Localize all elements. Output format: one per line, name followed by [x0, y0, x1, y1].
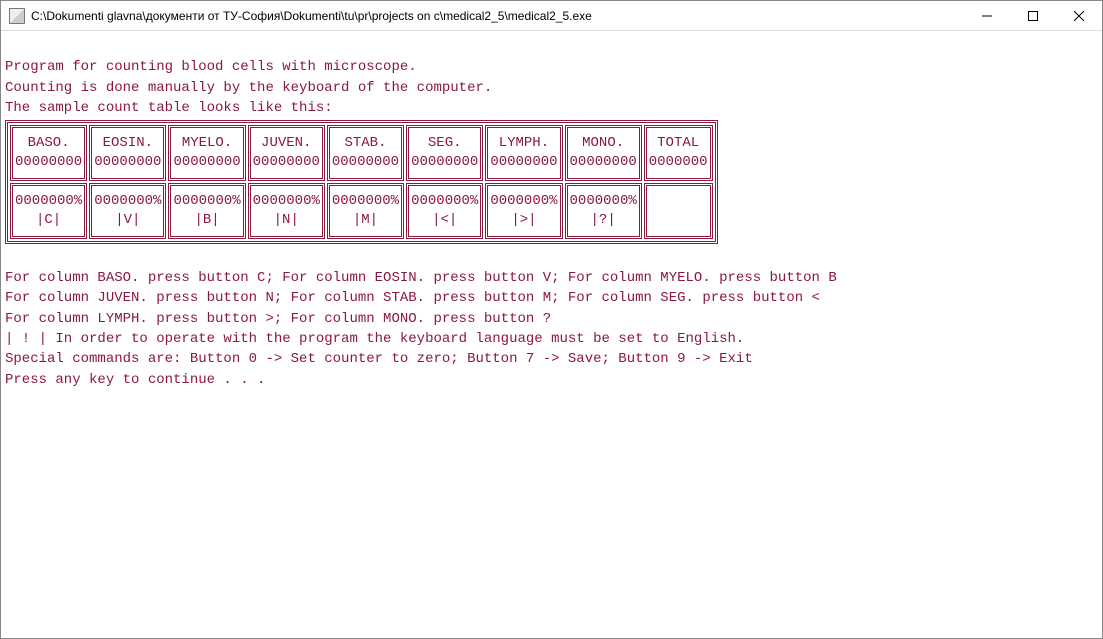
table-head-cell: SEG. 00000000 [406, 125, 483, 181]
instructions: For column BASO. press button C; For col… [5, 248, 1098, 390]
table-head-cell: STAB. 00000000 [327, 125, 404, 181]
table-pct-cell: 0000000% |V| [89, 183, 166, 239]
minimize-button[interactable] [964, 1, 1010, 30]
intro-line: Program for counting blood cells with mi… [5, 59, 417, 75]
instruction-line: | ! | In order to operate with the progr… [5, 331, 744, 347]
instruction-line: For column JUVEN. press button N; For co… [5, 290, 820, 306]
table-header-row: BASO. 00000000EOSIN. 00000000MYELO. 0000… [10, 125, 713, 181]
intro-text: Program for counting blood cells with mi… [5, 37, 1098, 118]
titlebar: C:\Dokumenti glavna\документи от ТУ-Софи… [1, 1, 1102, 31]
instruction-line: Special commands are: Button 0 -> Set co… [5, 351, 753, 367]
table-pct-cell: 0000000% |<| [406, 183, 483, 239]
table-total-empty [644, 183, 713, 239]
instruction-line: Press any key to continue . . . [5, 372, 265, 388]
table-head-cell: MYELO. 00000000 [168, 125, 245, 181]
intro-line: Counting is done manually by the keyboar… [5, 80, 492, 96]
table-head-cell: BASO. 00000000 [10, 125, 87, 181]
console-output[interactable]: Program for counting blood cells with mi… [1, 31, 1102, 638]
instruction-line: For column BASO. press button C; For col… [5, 270, 837, 286]
window-title: C:\Dokumenti glavna\документи от ТУ-Софи… [31, 9, 964, 23]
table-total-cell: TOTAL 0000000 [644, 125, 713, 181]
table-pct-cell: 0000000% |>| [485, 183, 562, 239]
table-head-cell: MONO. 00000000 [565, 125, 642, 181]
table-pct-cell: 0000000% |C| [10, 183, 87, 239]
window-controls [964, 1, 1102, 30]
table-head-cell: LYMPH. 00000000 [485, 125, 562, 181]
instruction-line: For column LYMPH. press button >; For co… [5, 311, 551, 327]
table-pct-cell: 0000000% |B| [168, 183, 245, 239]
close-button[interactable] [1056, 1, 1102, 30]
intro-line: The sample count table looks like this: [5, 100, 333, 116]
app-icon [9, 8, 25, 24]
table-pct-cell: 0000000% |N| [248, 183, 325, 239]
table-pct-cell: 0000000% |?| [565, 183, 642, 239]
table-pct-row: 0000000% |C|0000000% |V|0000000% |B|0000… [10, 183, 713, 239]
table-head-cell: EOSIN. 00000000 [89, 125, 166, 181]
table-head-cell: JUVEN. 00000000 [248, 125, 325, 181]
count-table: BASO. 00000000EOSIN. 00000000MYELO. 0000… [5, 120, 718, 244]
maximize-button[interactable] [1010, 1, 1056, 30]
table-pct-cell: 0000000% |M| [327, 183, 404, 239]
